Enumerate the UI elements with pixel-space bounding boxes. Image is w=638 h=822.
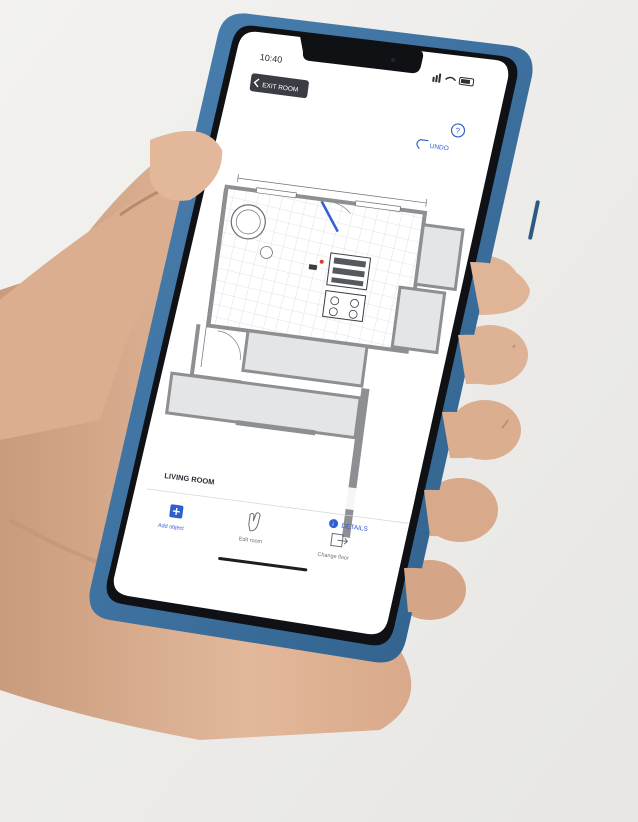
- adjacent-room: [390, 285, 447, 355]
- small-object[interactable]: [308, 264, 318, 271]
- front-camera: [391, 58, 395, 62]
- photo-scene: 10:40 EXIT ROOM ? UNDO LIVING ROOM i DET…: [0, 0, 638, 822]
- adjacent-room: [413, 223, 465, 292]
